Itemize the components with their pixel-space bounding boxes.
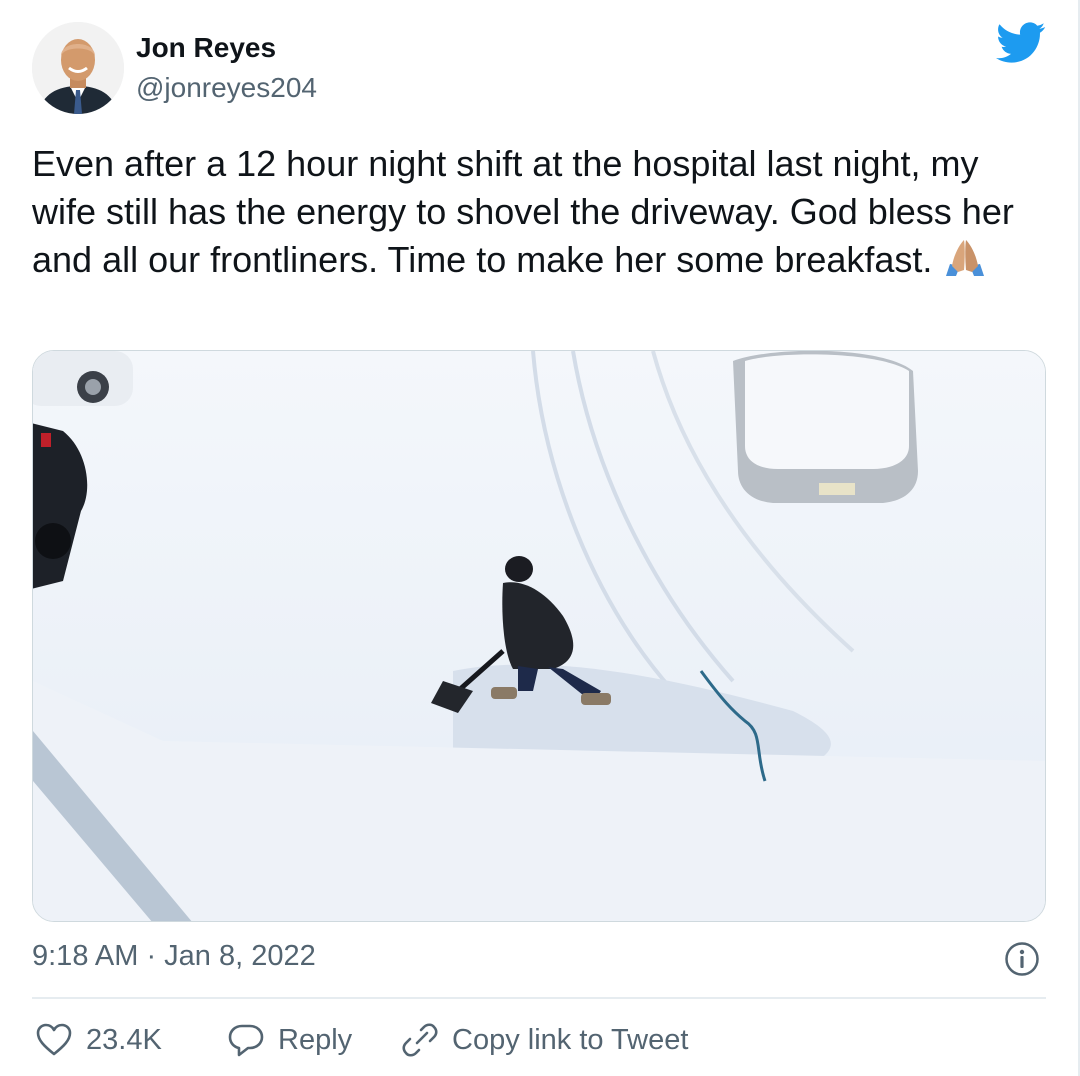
- like-button[interactable]: 23.4K: [34, 1018, 162, 1062]
- tweet-card: Jon Reyes @jonreyes204 Even after a 12 h…: [0, 0, 1080, 1076]
- tweet-photo[interactable]: [32, 350, 1046, 922]
- copy-link-button[interactable]: Copy link to Tweet: [400, 1018, 688, 1062]
- author-display-name[interactable]: Jon Reyes: [136, 32, 276, 64]
- avatar-photo: [32, 22, 124, 114]
- action-divider: [32, 997, 1046, 999]
- twitter-bird-icon[interactable]: [996, 22, 1046, 64]
- like-count: 23.4K: [86, 1023, 162, 1056]
- copy-link-label: Copy link to Tweet: [452, 1023, 689, 1056]
- tweet-text: Even after a 12 hour night shift at the …: [32, 140, 1052, 284]
- author-handle[interactable]: @jonreyes204: [136, 72, 317, 104]
- tweet-text-content: Even after a 12 hour night shift at the …: [32, 143, 1024, 280]
- reply-label: Reply: [278, 1023, 353, 1056]
- folded-hands-emoji: [946, 240, 985, 276]
- link-icon: [402, 1023, 438, 1057]
- author-avatar[interactable]: [32, 22, 124, 114]
- reply-bubble-icon: [228, 1024, 264, 1057]
- snow-driveway-photo: [33, 351, 1045, 921]
- tweet-timestamp[interactable]: 9:18 AM · Jan 8, 2022: [32, 940, 316, 973]
- heart-icon: [36, 1023, 72, 1056]
- info-icon[interactable]: [1004, 941, 1040, 977]
- reply-button[interactable]: Reply: [226, 1018, 352, 1062]
